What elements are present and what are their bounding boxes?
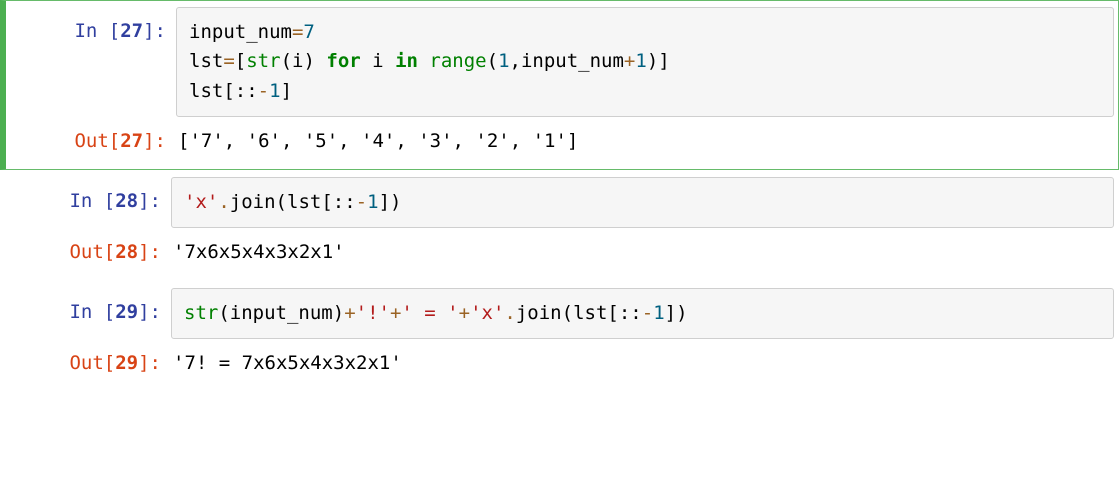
input-prompt: In [29]: xyxy=(1,288,171,327)
output-prompt: Out[28]: xyxy=(1,228,171,267)
input-prompt: In [28]: xyxy=(1,177,171,216)
prompt-label: In [ xyxy=(69,190,115,212)
code-content[interactable]: str(input_num)+'!'+' = '+'x'.join(lst[::… xyxy=(184,299,1101,328)
prompt-label: Out[ xyxy=(69,352,115,374)
prompt-label: Out[ xyxy=(74,130,120,152)
prompt-close: ]: xyxy=(143,20,166,42)
prompt-close: ]: xyxy=(138,241,161,263)
prompt-number: 27 xyxy=(120,130,143,152)
code-input[interactable]: input_num=7 lst=[str(i) for i in range(1… xyxy=(176,7,1114,117)
notebook: In [27]: input_num=7 lst=[str(i) for i i… xyxy=(0,0,1119,392)
input-prompt: In [27]: xyxy=(6,7,176,46)
input-row: In [27]: input_num=7 lst=[str(i) for i i… xyxy=(6,7,1118,117)
input-row: In [28]: 'x'.join(lst[::-1]) xyxy=(1,177,1118,228)
prompt-label: Out[ xyxy=(69,241,115,263)
prompt-close: ]: xyxy=(138,352,161,374)
output-text: '7x6x5x4x3x2x1' xyxy=(171,228,1118,273)
code-cell[interactable]: In [28]: 'x'.join(lst[::-1]) Out[28]: '7… xyxy=(0,170,1119,281)
code-input[interactable]: 'x'.join(lst[::-1]) xyxy=(171,177,1114,228)
code-input[interactable]: str(input_num)+'!'+' = '+'x'.join(lst[::… xyxy=(171,288,1114,339)
input-row: In [29]: str(input_num)+'!'+' = '+'x'.jo… xyxy=(1,288,1118,339)
output-row: Out[28]: '7x6x5x4x3x2x1' xyxy=(1,228,1118,273)
code-content[interactable]: 'x'.join(lst[::-1]) xyxy=(184,188,1101,217)
code-cell[interactable]: In [27]: input_num=7 lst=[str(i) for i i… xyxy=(0,0,1119,170)
prompt-number: 29 xyxy=(115,301,138,323)
output-text: '7! = 7x6x5x4x3x2x1' xyxy=(171,339,1118,384)
prompt-number: 27 xyxy=(120,20,143,42)
output-row: Out[29]: '7! = 7x6x5x4x3x2x1' xyxy=(1,339,1118,384)
prompt-close: ]: xyxy=(138,190,161,212)
prompt-label: In [ xyxy=(69,301,115,323)
prompt-number: 28 xyxy=(115,190,138,212)
prompt-number: 29 xyxy=(115,352,138,374)
prompt-close: ]: xyxy=(138,301,161,323)
code-cell[interactable]: In [29]: str(input_num)+'!'+' = '+'x'.jo… xyxy=(0,281,1119,392)
output-prompt: Out[29]: xyxy=(1,339,171,378)
prompt-number: 28 xyxy=(115,241,138,263)
output-row: Out[27]: ['7', '6', '5', '4', '3', '2', … xyxy=(6,117,1118,162)
output-text: ['7', '6', '5', '4', '3', '2', '1'] xyxy=(176,117,1118,162)
code-content[interactable]: input_num=7 lst=[str(i) for i in range(1… xyxy=(189,18,1101,106)
prompt-label: In [ xyxy=(74,20,120,42)
prompt-close: ]: xyxy=(143,130,166,152)
output-prompt: Out[27]: xyxy=(6,117,176,156)
